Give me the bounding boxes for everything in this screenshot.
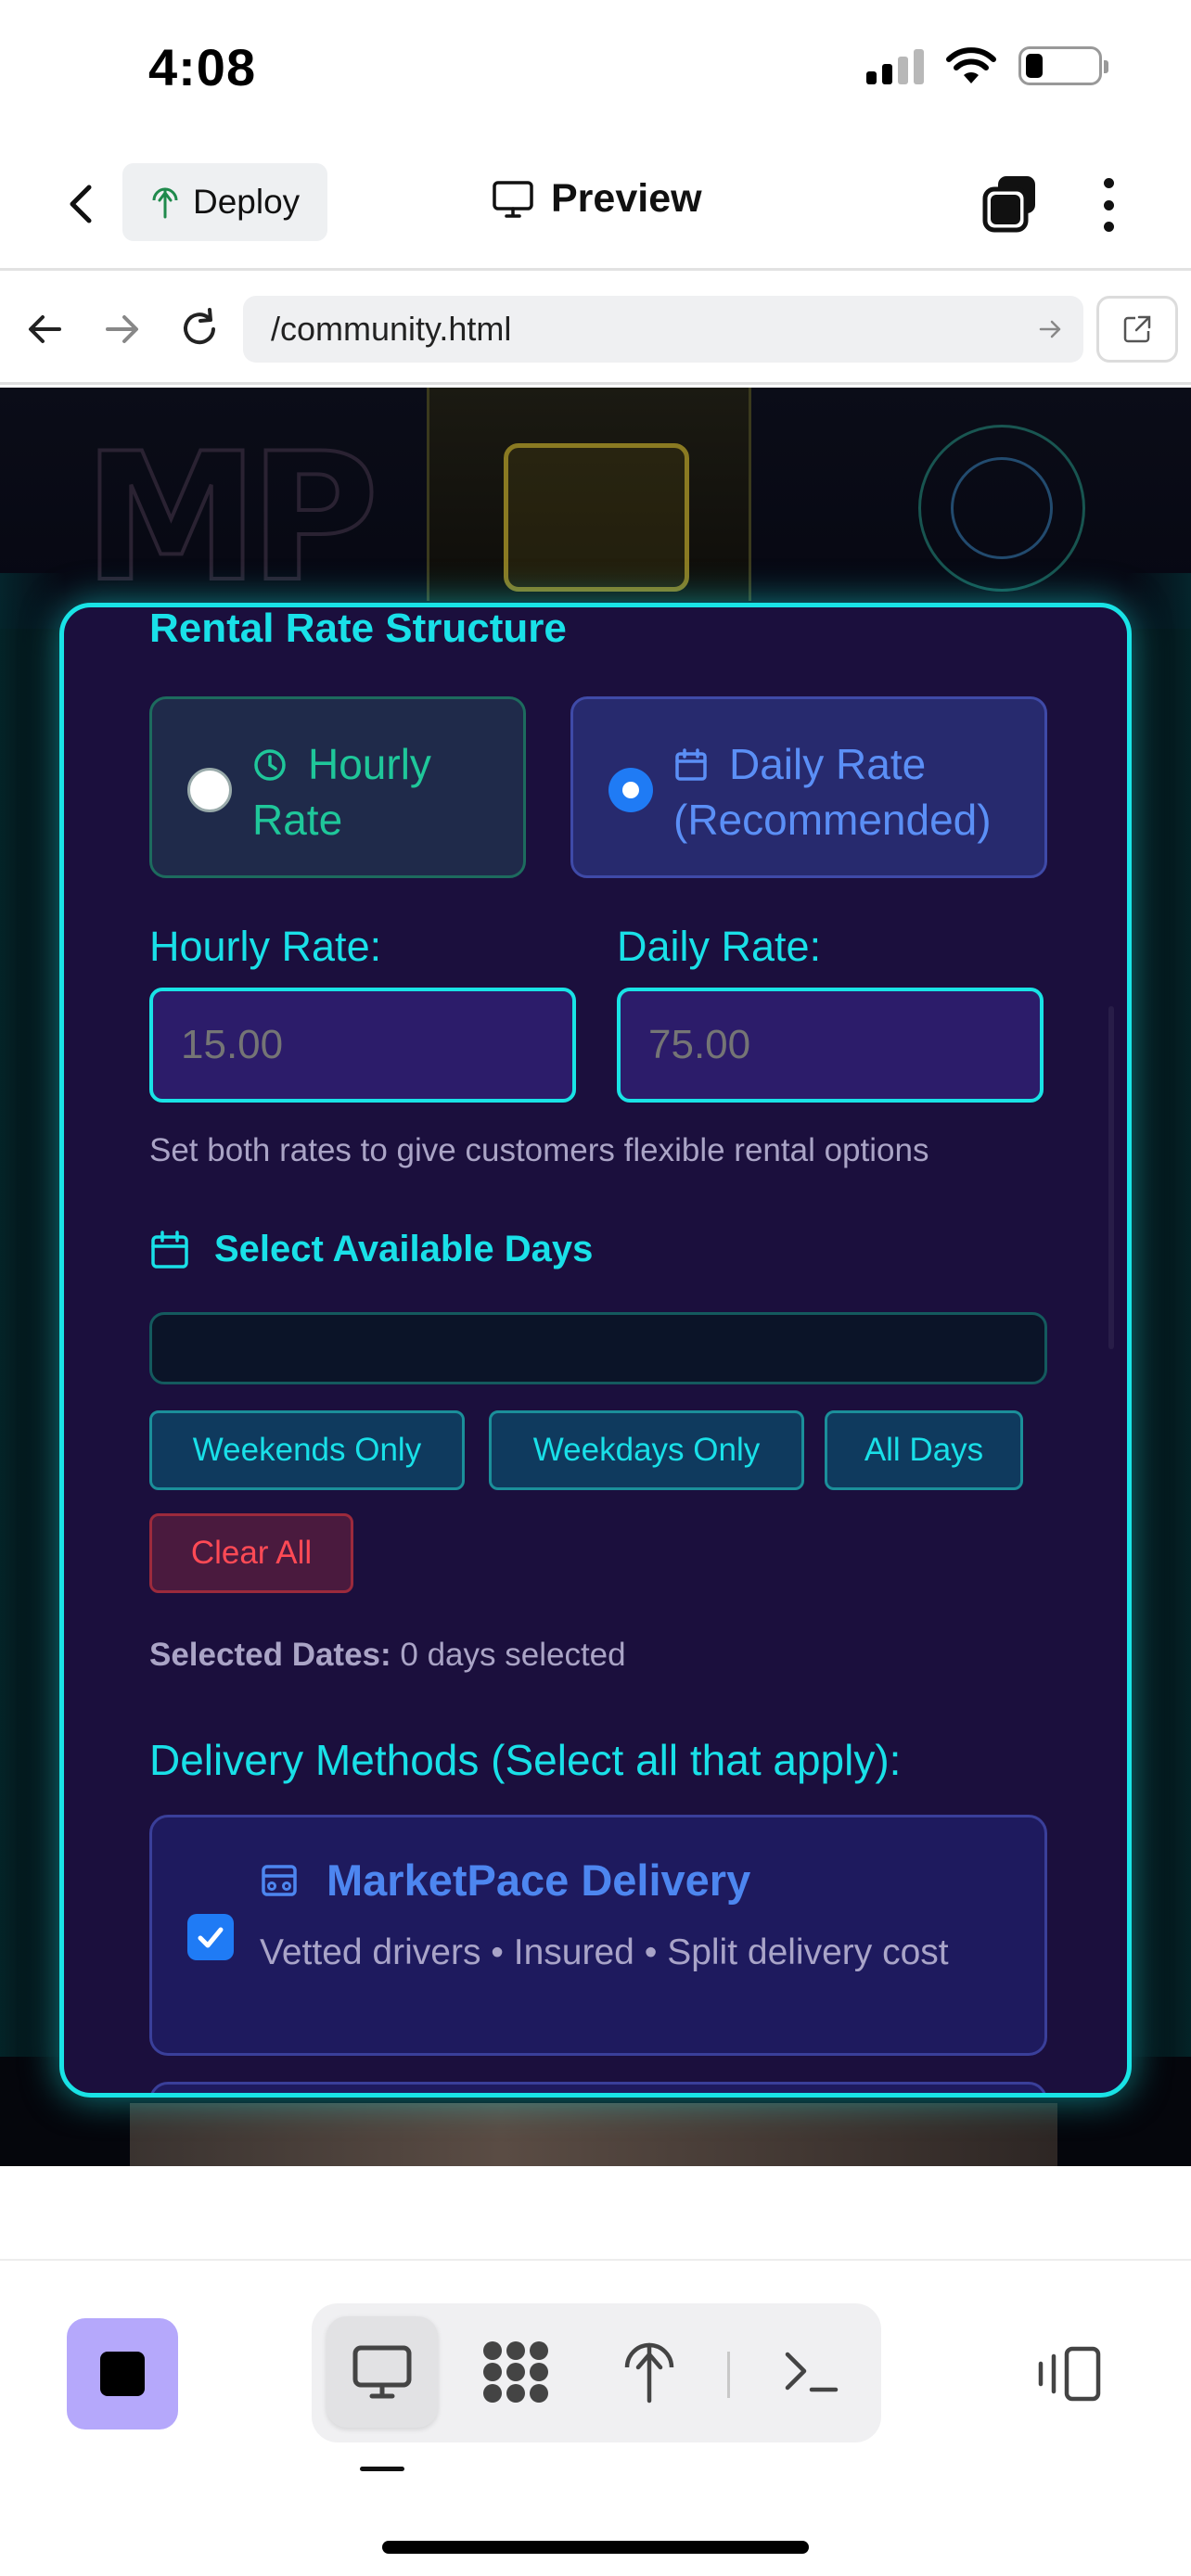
hourly-option-line1: Hourly — [308, 740, 431, 788]
go-arrow-icon[interactable] — [1035, 314, 1065, 344]
hero-panel — [427, 388, 751, 601]
glow-decoration — [1126, 573, 1191, 2057]
all-days-button[interactable]: All Days — [825, 1410, 1023, 1490]
monitor-icon — [352, 2345, 412, 2399]
weekdays-only-button[interactable]: Weekdays Only — [489, 1410, 804, 1490]
back-chevron-icon[interactable] — [56, 176, 111, 232]
weekends-only-button[interactable]: Weekends Only — [149, 1410, 465, 1490]
select-days-label: Select Available Days — [214, 1229, 594, 1269]
url-text: /community.html — [271, 310, 512, 348]
delivery-option-description: Vetted drivers • Insured • Split deliver… — [260, 1932, 949, 1972]
section-title: Rental Rate Structure — [149, 606, 567, 651]
delivery-methods-title: Delivery Methods (Select all that apply)… — [149, 1736, 902, 1784]
checkmark-icon — [198, 1927, 224, 1948]
browser-bar: /community.html — [0, 274, 1191, 385]
selected-dates-label: Selected Dates: — [149, 1637, 391, 1673]
select-days-heading: Select Available Days — [149, 1229, 593, 1270]
home-indicator[interactable] — [382, 2541, 809, 2554]
apps-mode-button[interactable] — [460, 2316, 571, 2428]
daily-option-line2: (Recommended) — [673, 796, 992, 844]
active-mode-indicator — [360, 2467, 404, 2471]
preview-title[interactable]: Preview — [492, 176, 702, 222]
hourly-rate-label: Hourly Rate: — [149, 923, 382, 970]
daily-rate-input[interactable] — [617, 988, 1044, 1103]
clear-all-button[interactable]: Clear All — [149, 1513, 353, 1593]
selected-dates-value: 0 days selected — [400, 1637, 626, 1673]
more-options-icon[interactable] — [1085, 172, 1132, 237]
selected-dates-text: Selected Dates: 0 days selected — [149, 1637, 626, 1674]
daily-rate-option[interactable]: Daily Rate (Recommended) — [570, 696, 1047, 878]
scrollbar[interactable] — [1108, 1006, 1114, 1349]
rental-rate-card: Rental Rate Structure Hourly Rate Daily … — [59, 603, 1132, 2098]
deploy-label: Deploy — [193, 183, 301, 221]
toolbar-divider — [727, 2352, 730, 2398]
app-header: Deploy Preview — [0, 139, 1191, 271]
deploy-button[interactable]: Deploy — [122, 163, 328, 241]
calendar-graphic — [504, 443, 689, 592]
battery-icon — [1018, 46, 1108, 85]
layout-toggle-button[interactable] — [1030, 2337, 1104, 2411]
hourly-radio[interactable] — [187, 768, 232, 812]
status-icons — [866, 46, 1108, 85]
url-field[interactable]: /community.html — [243, 296, 1083, 363]
marketpace-delivery-option[interactable]: MarketPace Delivery Vetted drivers • Ins… — [149, 1815, 1047, 2056]
hourly-option-text: Hourly Rate — [252, 736, 431, 848]
helper-text: Set both rates to give customers flexibl… — [149, 1132, 929, 1168]
bottom-toolbar — [0, 2259, 1191, 2576]
cellular-signal-icon — [866, 47, 924, 84]
browser-back-icon[interactable] — [22, 306, 69, 352]
mode-switcher — [312, 2303, 881, 2442]
hourly-rate-input[interactable] — [149, 988, 576, 1103]
hero-banner: MP — [0, 388, 1191, 629]
delivery-checkbox[interactable] — [187, 1914, 234, 1960]
daily-radio[interactable] — [608, 768, 653, 812]
delivery-option-label: MarketPace Delivery — [327, 1855, 751, 1905]
deploy-icon — [624, 2342, 674, 2404]
daily-rate-label: Daily Rate: — [617, 923, 822, 970]
wifi-icon — [946, 47, 996, 83]
tabs-icon[interactable] — [978, 171, 1043, 236]
hourly-option-line2: Rate — [252, 796, 343, 844]
glow-decoration — [0, 573, 65, 2057]
terminal-mode-button[interactable] — [755, 2316, 866, 2428]
apps-grid-icon — [483, 2341, 548, 2403]
delivery-option-next[interactable] — [149, 2082, 1047, 2093]
hourly-rate-option[interactable]: Hourly Rate — [149, 696, 526, 878]
truck-icon — [262, 1864, 297, 1896]
daily-option-line1: Daily Rate — [729, 740, 927, 788]
orbit-inner-graphic — [951, 457, 1053, 559]
background-photo — [130, 2103, 1057, 2166]
stop-icon — [100, 2352, 145, 2396]
date-picker-field[interactable] — [149, 1312, 1047, 1384]
monitor-icon — [493, 180, 533, 218]
external-link-icon — [1123, 315, 1151, 343]
status-time: 4:08 — [148, 38, 257, 96]
preview-mode-button[interactable] — [327, 2316, 438, 2428]
deploy-icon — [152, 187, 178, 219]
layout-icon — [1038, 2346, 1101, 2402]
preview-label: Preview — [551, 176, 702, 221]
stop-button[interactable] — [67, 2318, 178, 2429]
browser-forward-icon[interactable] — [98, 306, 145, 352]
status-bar: 4:08 — [0, 0, 1191, 139]
open-external-button[interactable] — [1096, 296, 1178, 363]
terminal-icon — [785, 2352, 839, 2392]
clock-icon — [254, 749, 286, 781]
calendar-icon — [151, 1230, 188, 1269]
logo-image: MP — [82, 414, 380, 622]
delivery-option-name: MarketPace Delivery — [260, 1855, 750, 1906]
deploy-mode-button[interactable] — [594, 2316, 705, 2428]
reload-icon[interactable] — [176, 306, 223, 352]
calendar-icon — [675, 748, 707, 781]
daily-option-text: Daily Rate (Recommended) — [673, 736, 992, 848]
